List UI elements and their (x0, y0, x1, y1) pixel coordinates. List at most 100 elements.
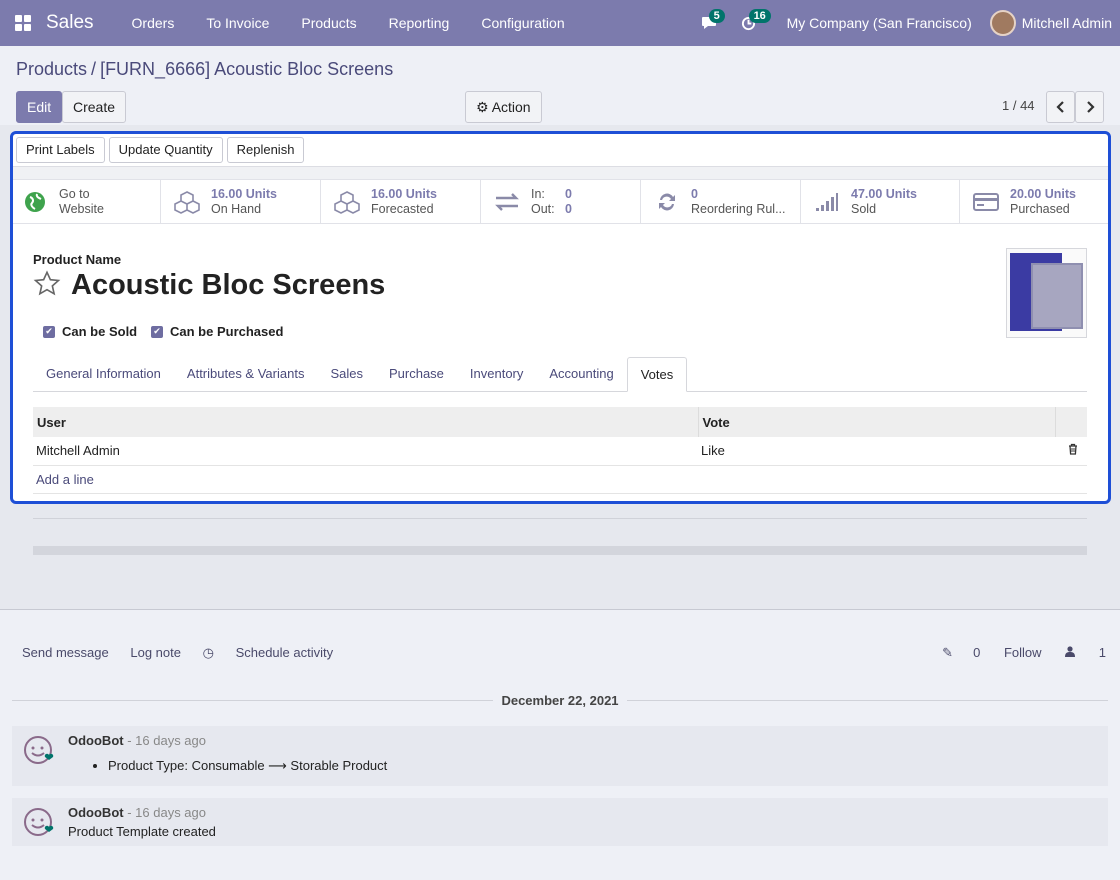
reordering-label: Reordering Rul... (691, 202, 786, 216)
product-image[interactable] (1006, 248, 1087, 338)
message-time: - 16 days ago (127, 805, 206, 820)
product-name-input[interactable]: Acoustic Bloc Screens (71, 269, 385, 302)
breadcrumb-separator: / (91, 59, 97, 79)
apps-menu-icon[interactable] (0, 0, 46, 46)
breadcrumb-parent[interactable]: Products (16, 59, 87, 79)
message-author[interactable]: OdooBot (68, 805, 124, 820)
product-form: Print Labels Update Quantity Replenish G… (10, 131, 1111, 504)
sold-button[interactable]: 47.00 Units Sold (801, 180, 960, 224)
breadcrumb-current: [FURN_6666] Acoustic Bloc Screens (100, 59, 394, 79)
column-header-user[interactable]: User (33, 407, 699, 437)
attachments-button[interactable]: ✎ 0 (922, 645, 980, 660)
chatter-actions: ✎ 0 Follow 1 (902, 645, 1106, 661)
tab-accounting[interactable]: Accounting (536, 357, 626, 391)
divider (33, 546, 1087, 555)
menu-configuration[interactable]: Configuration (465, 15, 580, 31)
chatter-message: OdooBot - 16 days ago Product Type: Cons… (12, 726, 1108, 786)
breadcrumb: Products / [FURN_6666] Acoustic Bloc Scree… (16, 59, 393, 80)
in-label: In: (531, 187, 545, 201)
star-icon[interactable] (33, 270, 61, 298)
gear-icon: ⚙ (476, 99, 489, 115)
forecasted-button[interactable]: 16.00 Units Forecasted (321, 180, 481, 224)
in-out-button[interactable]: In: 0 Out: 0 (481, 180, 641, 224)
pager-previous-button[interactable] (1046, 91, 1075, 123)
table-row[interactable]: Mitchell Admin Like (33, 437, 1087, 466)
odoobot-avatar-icon (24, 808, 54, 836)
app-name[interactable]: Sales (46, 12, 94, 34)
message-author[interactable]: OdooBot (68, 733, 124, 748)
product-name-label: Product Name (33, 252, 122, 267)
create-button[interactable]: Create (62, 91, 127, 123)
chevron-right-icon (1086, 101, 1095, 113)
messages-badge: 5 (708, 9, 725, 23)
vote-user-cell[interactable]: Mitchell Admin (33, 437, 698, 466)
log-note-button[interactable]: Log note (130, 645, 181, 660)
purchased-label: Purchased (1010, 202, 1070, 216)
activities-button[interactable]: 16 (729, 0, 771, 46)
tab-sales[interactable]: Sales (317, 357, 376, 391)
add-line-link[interactable]: Add a line (33, 465, 1087, 494)
reordering-rules-button[interactable]: 0 Reordering Rul... (641, 180, 801, 224)
schedule-activity-button[interactable]: ◷ Schedule activity (203, 645, 352, 660)
pager-nav (1046, 91, 1104, 123)
chatter-topbar: Send message Log note ◷ Schedule activit… (22, 645, 369, 661)
menu-to-invoice[interactable]: To Invoice (190, 15, 285, 31)
followers-button[interactable]: 1 (1065, 645, 1106, 660)
trash-icon (1068, 444, 1077, 455)
message-body: Product Type: Consumable ⟶ Storable Prod… (108, 758, 1108, 774)
on-hand-button[interactable]: 16.00 Units On Hand (161, 180, 321, 224)
chatter: Send message Log note ◷ Schedule activit… (0, 624, 1120, 880)
globe-icon (21, 188, 49, 216)
menu-products[interactable]: Products (285, 15, 372, 31)
forecasted-value: 16.00 Units (371, 187, 438, 201)
tab-inventory[interactable]: Inventory (457, 357, 536, 391)
divider (13, 167, 1108, 180)
user-name: Mitchell Admin (1021, 15, 1112, 31)
on-hand-value: 16.00 Units (211, 187, 278, 201)
pager-next-button[interactable] (1075, 91, 1104, 123)
can-be-sold-label: Can be Sold (62, 324, 138, 339)
sold-label: Sold (851, 202, 877, 216)
messages-button[interactable]: 5 (689, 0, 729, 46)
purchased-button[interactable]: 20.00 Units Purchased (960, 180, 1108, 224)
action-label: Action (491, 99, 531, 115)
go-to-website-button[interactable]: Go to Website (13, 180, 161, 224)
company-switcher[interactable]: My Company (San Francisco) (769, 15, 990, 31)
signal-icon (813, 188, 841, 216)
cubes-icon (173, 188, 201, 216)
tab-attributes-variants[interactable]: Attributes & Variants (174, 357, 318, 391)
out-label: Out: (531, 202, 555, 216)
refresh-icon (653, 188, 681, 216)
menu-reporting[interactable]: Reporting (373, 15, 466, 31)
credit-card-icon (972, 188, 1000, 216)
update-quantity-button[interactable]: Update Quantity (108, 137, 223, 163)
votes-table: User Vote Mitchell Admin Like Add a line (33, 407, 1087, 494)
activities-badge: 16 (748, 9, 771, 23)
follow-button[interactable]: Follow (1004, 645, 1042, 660)
odoobot-avatar-icon (24, 736, 54, 764)
edit-button[interactable]: Edit (16, 91, 63, 123)
followers-count: 1 (1098, 645, 1106, 660)
vote-value-cell[interactable]: Like (698, 437, 1055, 466)
forecasted-label: Forecasted (371, 202, 434, 216)
smart-buttons: Go to Website 16.00 Units On Hand 16.00 Un… (13, 180, 1108, 224)
can-be-purchased-checkbox[interactable]: ✔ Can be Purchased (151, 324, 283, 339)
replenish-button[interactable]: Replenish (226, 137, 305, 163)
divider (33, 518, 1087, 519)
menu-orders[interactable]: Orders (116, 15, 191, 31)
action-button[interactable]: ⚙ Action (465, 91, 542, 123)
can-be-sold-checkbox[interactable]: ✔ Can be Sold (43, 324, 137, 339)
tab-votes[interactable]: Votes (626, 357, 688, 392)
print-labels-button[interactable]: Print Labels (16, 137, 105, 163)
delete-row-button[interactable] (1055, 437, 1087, 466)
reordering-value: 0 (691, 187, 698, 201)
tab-general-information[interactable]: General Information (33, 357, 174, 391)
column-header-vote[interactable]: Vote (698, 407, 1056, 437)
date-label: December 22, 2021 (501, 693, 619, 708)
top-navbar: Sales Orders To Invoice Products Reporti… (0, 0, 1120, 46)
pager-value[interactable]: 1 / 44 (1002, 98, 1035, 113)
paperclip-icon: ✎ (942, 645, 954, 660)
send-message-button[interactable]: Send message (22, 645, 109, 660)
tab-purchase[interactable]: Purchase (376, 357, 457, 391)
user-menu[interactable]: Mitchell Admin (989, 10, 1120, 36)
